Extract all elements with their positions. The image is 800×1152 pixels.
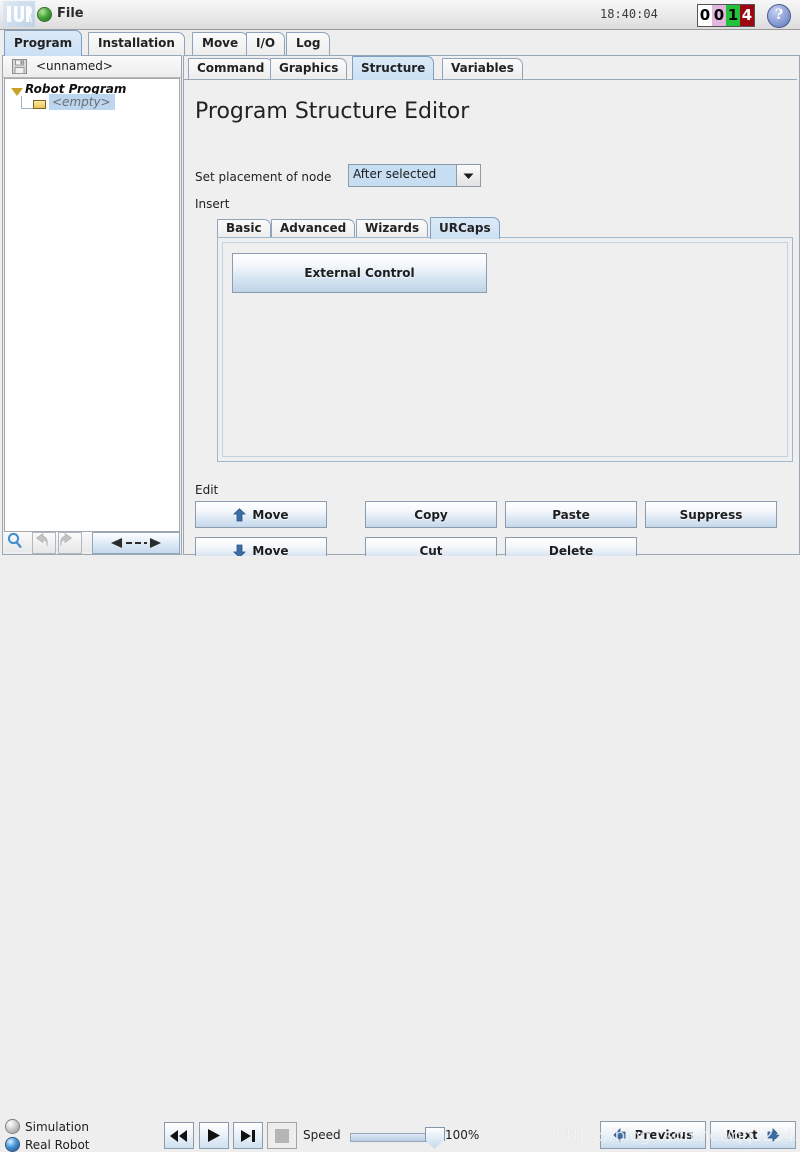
- speed-value: 100%: [445, 1128, 479, 1142]
- move-up-button[interactable]: Move: [195, 501, 327, 528]
- tree-node-empty[interactable]: <empty>: [49, 94, 115, 110]
- ur-logo-icon: [3, 1, 35, 27]
- previous-button[interactable]: Previous: [600, 1121, 706, 1149]
- program-tree[interactable]: Robot Program <empty>: [4, 78, 180, 532]
- main-tab-program[interactable]: Program: [4, 30, 82, 56]
- insert-tab-bar: BasicAdvancedWizardsURCaps: [217, 217, 792, 237]
- program-tree-footer: [4, 532, 178, 552]
- main-tab-log[interactable]: Log: [286, 32, 330, 55]
- insert-tab-advanced[interactable]: Advanced: [271, 219, 355, 238]
- chevron-down-icon[interactable]: [457, 165, 480, 186]
- arrow-left-icon: [613, 1128, 629, 1142]
- next-button[interactable]: Next: [710, 1121, 796, 1149]
- status-digit-1: 0: [712, 5, 726, 26]
- main-tab-move[interactable]: Move: [192, 32, 248, 55]
- placement-label: Set placement of node: [195, 170, 331, 184]
- edit-button-label: Paste: [552, 508, 590, 522]
- arrow-up-icon: [233, 508, 246, 522]
- green-orb-icon: [38, 8, 51, 21]
- page-title: Program Structure Editor: [195, 99, 469, 124]
- radio-on-icon: [6, 1138, 19, 1151]
- edit-button-label: Copy: [414, 508, 447, 522]
- sub-tab-structure[interactable]: Structure: [352, 56, 434, 80]
- floppy-disk-icon[interactable]: [12, 59, 27, 77]
- robot-status-digits: 0014: [697, 4, 755, 27]
- play-button[interactable]: [199, 1122, 229, 1149]
- sub-tab-command[interactable]: Command: [188, 58, 273, 79]
- content-panel: CommandGraphicsStructure Variables Progra…: [183, 55, 800, 555]
- insert-tab-basic[interactable]: Basic: [217, 219, 271, 238]
- insert-tab-wizards[interactable]: Wizards: [356, 219, 428, 238]
- radio-off-icon: [6, 1120, 19, 1133]
- status-digit-2: 1: [726, 5, 740, 26]
- simulation-radio[interactable]: Simulation: [6, 1120, 89, 1134]
- simulation-label: Simulation: [25, 1120, 89, 1134]
- status-bar: Simulation Real Robot Speed 100%: [0, 556, 800, 600]
- undo-arrow-icon[interactable]: [32, 532, 56, 554]
- next-label: Next: [726, 1128, 758, 1142]
- node-chip-icon: [33, 100, 46, 109]
- speed-slider-knob[interactable]: [425, 1127, 445, 1141]
- sub-tab-variables[interactable]: Variables: [442, 58, 523, 79]
- clock: 18:40:04: [600, 7, 658, 21]
- magnifier-icon[interactable]: [6, 532, 28, 552]
- suppress-button[interactable]: Suppress: [645, 501, 777, 528]
- copy-button[interactable]: Copy: [365, 501, 497, 528]
- edit-button-label: Move: [252, 508, 288, 522]
- sub-tab-graphics[interactable]: Graphics: [270, 58, 347, 79]
- placement-dropdown[interactable]: After selected: [348, 164, 481, 187]
- external-control-button[interactable]: External Control: [232, 253, 487, 293]
- arrow-right-icon: [764, 1128, 780, 1142]
- restart-button[interactable]: [164, 1122, 194, 1149]
- placement-selected-value: After selected: [349, 165, 457, 186]
- speed-label: Speed: [303, 1128, 341, 1142]
- question-mark-icon[interactable]: ?: [767, 4, 791, 28]
- file-menu-button[interactable]: File: [57, 6, 84, 21]
- edit-button-label: Suppress: [680, 508, 743, 522]
- redo-arrow-icon[interactable]: [58, 532, 82, 554]
- urcaps-panel-inner: External Control: [222, 242, 788, 457]
- paste-button[interactable]: Paste: [505, 501, 637, 528]
- main-tab-bar: Program Installation MoveI/OLog: [0, 30, 800, 56]
- status-digit-0: 0: [698, 5, 712, 26]
- main-tab-installation[interactable]: Installation: [88, 32, 185, 55]
- insert-label: Insert: [195, 197, 229, 211]
- stop-icon: [275, 1129, 289, 1143]
- edit-label: Edit: [195, 483, 218, 497]
- insert-tab-urcaps[interactable]: URCaps: [430, 217, 500, 239]
- triangle-down-icon[interactable]: [11, 88, 23, 96]
- program-name-label: <unnamed>: [36, 59, 113, 73]
- step-button[interactable]: [233, 1122, 263, 1149]
- previous-label: Previous: [635, 1128, 694, 1142]
- program-tree-panel: <unnamed> Robot Program <empty>: [2, 55, 182, 555]
- main-tab-i-o[interactable]: I/O: [246, 32, 285, 55]
- program-tree-header: <unnamed>: [3, 56, 181, 78]
- polyscope-window: File 18:40:04 0014 ? Program Installation…: [0, 0, 800, 600]
- title-bar: File 18:40:04 0014 ?: [0, 0, 800, 30]
- real-robot-radio[interactable]: Real Robot: [6, 1138, 90, 1152]
- sub-tab-bar: CommandGraphicsStructure Variables: [184, 56, 799, 80]
- left-right-arrow-icon[interactable]: [92, 532, 180, 554]
- real-robot-label: Real Robot: [25, 1138, 90, 1152]
- urcaps-panel: External Control: [217, 237, 793, 462]
- speed-slider[interactable]: [350, 1133, 432, 1142]
- stop-button[interactable]: [267, 1122, 297, 1149]
- structure-tab-body: Program Structure Editor Set placement o…: [184, 79, 797, 553]
- status-digit-3: 4: [740, 5, 754, 26]
